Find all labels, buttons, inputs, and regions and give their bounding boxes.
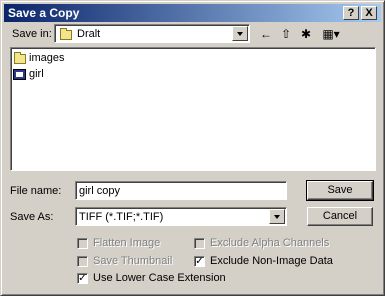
list-item[interactable]: girl xyxy=(13,68,103,81)
chevron-down-icon[interactable] xyxy=(269,209,285,224)
back-icon[interactable]: ← xyxy=(257,26,275,42)
save-in-label: Save in: xyxy=(12,28,52,40)
help-button[interactable]: ? xyxy=(343,6,359,20)
file-name: images xyxy=(29,52,65,64)
view-menu-icon[interactable]: ▦▾ xyxy=(319,26,343,42)
tiff-file-icon xyxy=(13,69,26,80)
close-button[interactable]: X xyxy=(361,6,377,20)
save-as-value: TIFF (*.TIF;*.TIF) xyxy=(79,211,164,223)
save-button-label: Save xyxy=(327,184,353,196)
dialog-title: Save a Copy xyxy=(8,6,80,20)
save-as-dropdown[interactable]: TIFF (*.TIF;*.TIF) xyxy=(75,207,287,226)
save-thumbnail-checkbox[interactable] xyxy=(77,256,88,267)
list-item[interactable]: images xyxy=(13,52,103,65)
file-name-value: girl copy xyxy=(79,185,120,197)
folder-icon xyxy=(14,52,26,64)
save-thumbnail-label: Save Thumbnail xyxy=(93,255,173,267)
file-name-input[interactable]: girl copy xyxy=(75,181,287,200)
save-dialog: Save a Copy ? X Save in: Dralt ← ⇧ ✱ ▦▾ … xyxy=(0,0,385,296)
save-in-dropdown[interactable]: Dralt xyxy=(54,24,250,43)
save-button[interactable]: Save xyxy=(306,180,374,201)
new-folder-icon[interactable]: ✱ xyxy=(297,26,315,42)
flatten-image-checkbox[interactable] xyxy=(77,238,88,249)
exclude-non-image-checkbox[interactable]: ✓ xyxy=(194,256,205,267)
flatten-image-label: Flatten Image xyxy=(93,237,161,249)
cancel-button-label: Cancel xyxy=(322,210,358,222)
title-bar[interactable]: Save a Copy ? X xyxy=(4,4,381,22)
use-lower-case-checkbox[interactable]: ✓ xyxy=(77,273,88,284)
chevron-down-icon[interactable] xyxy=(232,26,248,41)
file-list[interactable]: images girl xyxy=(10,47,376,171)
save-as-label: Save As: xyxy=(10,211,54,223)
exclude-alpha-label: Exclude Alpha Channels xyxy=(210,237,330,249)
file-name: girl xyxy=(29,68,44,80)
folder-icon xyxy=(60,28,72,40)
cancel-button[interactable]: Cancel xyxy=(307,207,373,226)
exclude-alpha-checkbox[interactable] xyxy=(194,238,205,249)
exclude-non-image-label: Exclude Non-Image Data xyxy=(210,255,333,267)
up-folder-icon[interactable]: ⇧ xyxy=(277,26,295,42)
file-name-label: File name: xyxy=(10,185,62,197)
save-in-value: Dralt xyxy=(77,28,101,40)
use-lower-case-label: Use Lower Case Extension xyxy=(93,272,226,284)
